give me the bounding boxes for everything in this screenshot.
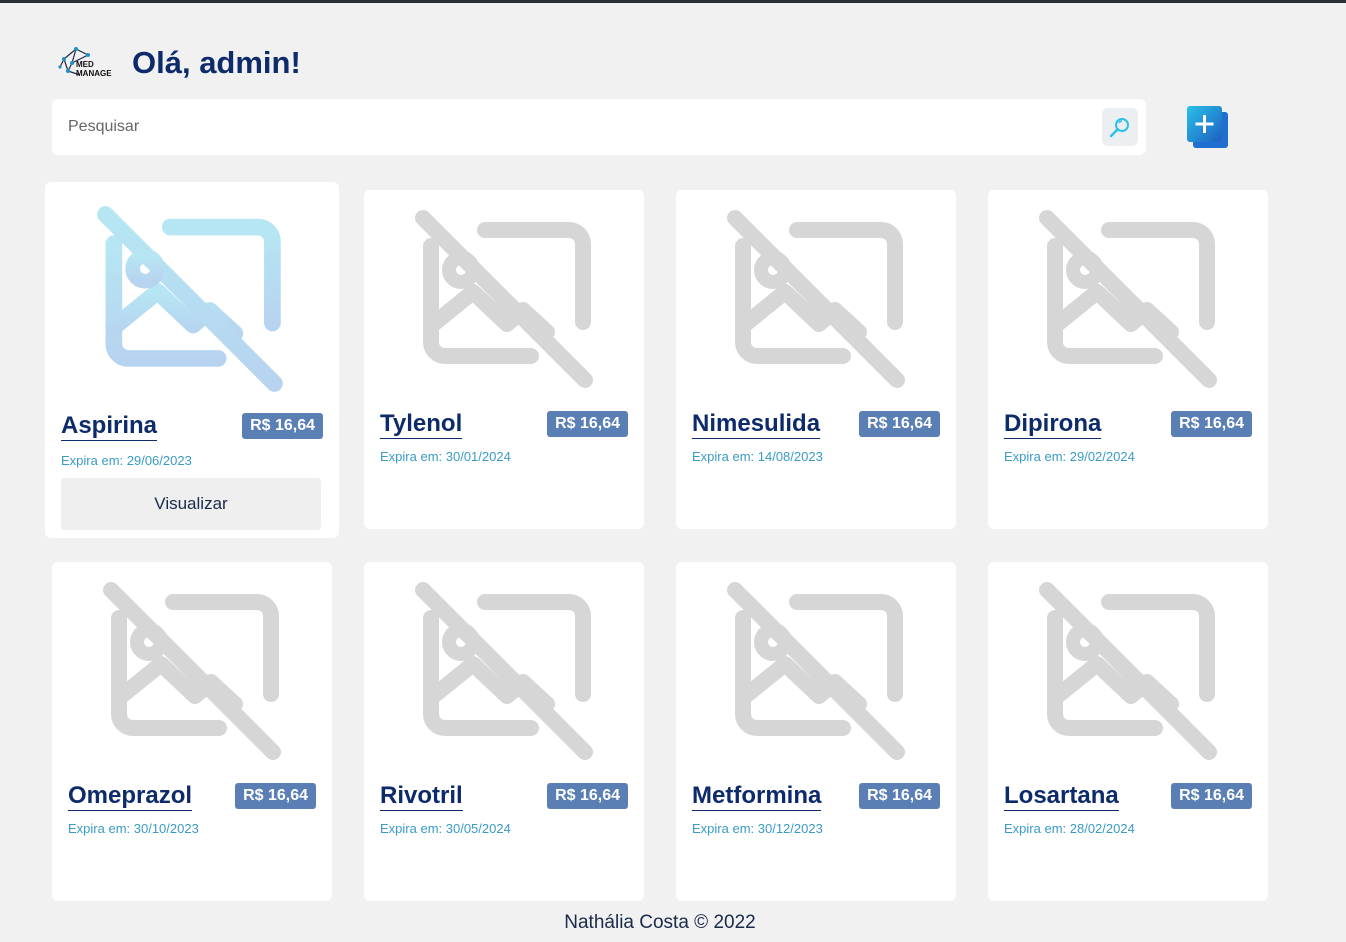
expiry-date: Expira em: 28/02/2024 — [1004, 821, 1135, 836]
product-card[interactable]: Metformina R$ 16,64 Expira em: 30/12/202… — [676, 562, 956, 901]
view-button[interactable]: Visualizar — [61, 478, 321, 530]
expiry-date: Expira em: 29/06/2023 — [61, 453, 192, 468]
price-badge: R$ 16,64 — [242, 413, 323, 439]
product-name[interactable]: Dipirona — [1004, 411, 1102, 439]
image-off-icon — [1035, 578, 1221, 764]
product-card[interactable]: Omeprazol R$ 16,64 Expira em: 30/10/2023 — [52, 562, 332, 901]
image-off-icon — [93, 202, 287, 396]
expiry-date: Expira em: 30/10/2023 — [68, 821, 199, 836]
image-off-icon — [411, 206, 597, 392]
search-bar — [52, 99, 1146, 155]
page-header: MED MANAGE Olá, admin! — [58, 43, 301, 83]
image-off-icon — [99, 578, 285, 764]
product-name[interactable]: Tylenol — [380, 411, 463, 439]
add-product-button[interactable] — [1186, 105, 1230, 151]
add-icon — [1187, 106, 1228, 148]
product-name[interactable]: Aspirina — [61, 413, 158, 441]
image-off-icon — [723, 578, 909, 764]
svg-text:MANAGE: MANAGE — [76, 69, 112, 78]
medmanage-logo: MED MANAGE — [58, 45, 120, 81]
product-card[interactable]: Tylenol R$ 16,64 Expira em: 30/01/2024 — [364, 190, 644, 529]
search-input[interactable] — [52, 99, 1092, 155]
price-badge: R$ 16,64 — [859, 411, 940, 437]
product-name[interactable]: Metformina — [692, 783, 822, 811]
product-card[interactable]: Aspirina R$ 16,64 Expira em: 29/06/2023 … — [45, 182, 339, 538]
image-off-icon — [411, 578, 597, 764]
product-name[interactable]: Nimesulida — [692, 411, 821, 439]
price-badge: R$ 16,64 — [1171, 411, 1252, 437]
product-card[interactable]: Dipirona R$ 16,64 Expira em: 29/02/2024 — [988, 190, 1268, 529]
price-badge: R$ 16,64 — [547, 783, 628, 809]
footer: Nathália Costa © 2022 — [564, 912, 756, 933]
expiry-date: Expira em: 29/02/2024 — [1004, 449, 1135, 464]
expiry-date: Expira em: 30/05/2024 — [380, 821, 511, 836]
expiry-date: Expira em: 30/12/2023 — [692, 821, 823, 836]
search-icon — [1109, 118, 1129, 138]
image-off-icon — [1035, 206, 1221, 392]
expiry-date: Expira em: 14/08/2023 — [692, 449, 823, 464]
product-name[interactable]: Omeprazol — [68, 783, 193, 811]
svg-text:MED: MED — [76, 60, 94, 69]
product-card[interactable]: Rivotril R$ 16,64 Expira em: 30/05/2024 — [364, 562, 644, 901]
expiry-date: Expira em: 30/01/2024 — [380, 449, 511, 464]
product-name[interactable]: Losartana — [1004, 783, 1119, 811]
price-badge: R$ 16,64 — [1171, 783, 1252, 809]
page-title: Olá, admin! — [132, 45, 301, 80]
price-badge: R$ 16,64 — [235, 783, 316, 809]
image-off-icon — [723, 206, 909, 392]
search-button[interactable] — [1102, 108, 1138, 146]
price-badge: R$ 16,64 — [547, 411, 628, 437]
product-card[interactable]: Nimesulida R$ 16,64 Expira em: 14/08/202… — [676, 190, 956, 529]
product-card[interactable]: Losartana R$ 16,64 Expira em: 28/02/2024 — [988, 562, 1268, 901]
price-badge: R$ 16,64 — [859, 783, 940, 809]
product-name[interactable]: Rivotril — [380, 783, 463, 811]
